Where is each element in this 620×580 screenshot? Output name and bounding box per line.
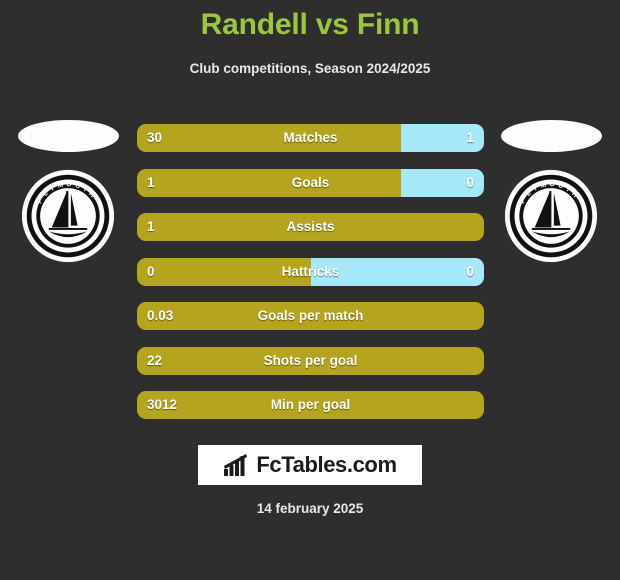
- stat-right-value: 0: [466, 263, 474, 279]
- stat-right-value: 0: [466, 174, 474, 190]
- left-club-crest-icon: P L Y M O U T H: [21, 169, 115, 263]
- svg-text:O: O: [549, 181, 554, 188]
- svg-text:O: O: [66, 181, 71, 188]
- player-comparison-infographic: Randell vs Finn Club competitions, Seaso…: [0, 0, 620, 580]
- page-title: Randell vs Finn: [200, 8, 420, 41]
- stat-label: Goals per match: [257, 308, 364, 323]
- fctables-logo[interactable]: FcTables.com: [198, 445, 422, 485]
- stat-label: Min per goal: [270, 397, 351, 412]
- left-player-panel: P L Y M O U T H: [6, 118, 131, 283]
- page-subtitle: Club competitions, Season 2024/2025: [189, 61, 431, 76]
- stat-row: 0 Hattricks 0: [137, 257, 484, 286]
- stats-comparison-list: 30 Matches 1 1 Goals 0 1 Assists 0 Hattricks 0 0.03…: [137, 124, 484, 436]
- stat-row: 30 Matches 1: [137, 124, 484, 152]
- stat-label: Assists: [286, 219, 335, 234]
- stat-label: Goals: [291, 174, 330, 190]
- stat-label: Matches: [283, 130, 338, 145]
- stat-row: 1 Goals 0: [137, 168, 484, 197]
- stat-row: 22 Shots per goal: [137, 346, 484, 375]
- left-player-photo: [18, 120, 119, 152]
- right-player-photo: [501, 120, 602, 152]
- bar-chart-icon: [224, 454, 248, 476]
- stat-label: Shots per goal: [263, 352, 358, 368]
- stat-right-value: 1: [466, 130, 474, 145]
- fctables-label: FcTables.com: [256, 452, 397, 477]
- stat-row: 1 Assists: [137, 213, 484, 241]
- generated-date: 14 february 2025: [256, 501, 364, 516]
- right-player-panel: P L Y M O U T H: [489, 118, 614, 283]
- stat-row: 0.03 Goals per match: [137, 302, 484, 330]
- right-club-crest-icon: P L Y M O U T H: [504, 169, 598, 263]
- stat-row: 3012 Min per goal: [137, 391, 484, 419]
- stat-label: Hattricks: [281, 263, 340, 279]
